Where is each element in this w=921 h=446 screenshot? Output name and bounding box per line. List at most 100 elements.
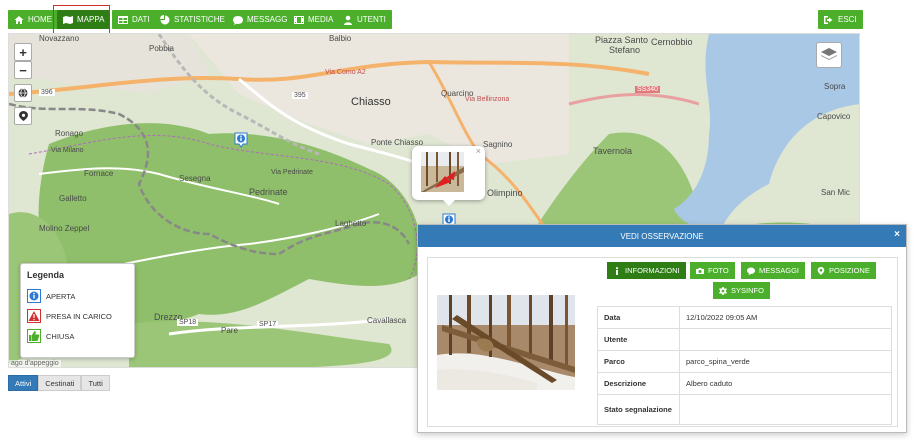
tab-info[interactable]: INFORMAZIONI — [607, 262, 686, 279]
home-icon — [14, 15, 24, 24]
nav-data-button[interactable]: DATI — [112, 10, 156, 29]
zoom-out-button[interactable]: − — [14, 61, 32, 79]
map-marker-icon — [18, 111, 28, 121]
nav-map-label: MAPPA — [77, 15, 105, 24]
map-label-piazza-santo: Piazza Santo — [595, 35, 649, 45]
map-label-galletto: Galletto — [59, 194, 87, 203]
map-popup: × — [412, 146, 485, 206]
map-label-fornace: Fornace — [84, 169, 114, 178]
tab-position-label: POSIZIONE — [829, 266, 870, 275]
map-label-sp18: SP18 — [177, 319, 199, 326]
legend-title: Legenda — [27, 270, 65, 280]
observation-marker[interactable] — [234, 132, 248, 148]
logout-button[interactable]: Esci — [818, 10, 863, 29]
gear-icon — [719, 286, 727, 295]
map-label-via-bellinzona: Via Bellinzona — [465, 96, 510, 103]
popup-thumbnail[interactable] — [421, 152, 464, 192]
map-label-laghetto: Laghetto — [335, 219, 367, 228]
map-label-capovico: Capovico — [817, 112, 851, 121]
table-row: Utente — [597, 328, 892, 351]
filter-trashed-button[interactable]: Cestinati — [38, 375, 82, 391]
map-label-r395: 395 — [292, 92, 308, 99]
table-row: Parco parco_spina_verde — [597, 350, 892, 373]
table-icon — [118, 15, 128, 24]
map-label-stefano: Stefano — [609, 45, 641, 55]
user-icon — [344, 15, 352, 25]
nav-users-button[interactable]: UTENTI — [337, 10, 392, 29]
legend-label-closed: CHIUSA — [46, 331, 75, 341]
row-key: Parco — [597, 350, 680, 373]
map-label-novazzano: Novazzano — [39, 34, 80, 43]
nav-stats-button[interactable]: STATISTICHE — [154, 10, 231, 29]
map-label-r396: 396 — [39, 89, 55, 96]
map-icon — [63, 15, 73, 24]
map-label-sp17: SP17 — [257, 321, 279, 328]
row-key: Descrizione — [597, 372, 680, 395]
popup-tip — [443, 200, 455, 206]
tab-sysinfo[interactable]: SYSINFO — [713, 282, 770, 299]
tab-messages-label: MESSAGGI — [759, 266, 800, 275]
map-label-olimpino: Olimpino — [487, 188, 523, 198]
map-attribution: ago d'appeggio — [9, 360, 61, 367]
map-label-via-pedrinate: Via Pedrinate — [271, 169, 313, 176]
map-label-san-mic: San Mic — [821, 188, 850, 197]
row-key: Stato segnalazione — [597, 394, 680, 425]
map-label-via-como: Via Como A2 — [325, 69, 366, 76]
map-label-tavernola: Tavernola — [593, 146, 633, 156]
row-key: Data — [597, 306, 680, 329]
layers-icon — [821, 48, 837, 60]
nav-messages-label: MESSAGGI — [247, 15, 290, 24]
map-label-balbio: Balbio — [329, 34, 352, 43]
info-icon — [615, 266, 619, 275]
pie-chart-icon — [160, 14, 170, 24]
legend-item-open: APERTA — [27, 286, 128, 306]
nav-home-button[interactable]: HOME — [8, 10, 58, 29]
thumbs-up-icon — [27, 329, 41, 343]
film-icon — [294, 15, 304, 24]
chat-icon — [233, 15, 243, 25]
modal-body: INFORMAZIONI FOTO MESSAGGI POSIZIONE SYS… — [427, 257, 898, 427]
map-label-sesegna: Sesegna — [179, 174, 211, 183]
tab-position[interactable]: POSIZIONE — [811, 262, 876, 279]
observation-photo[interactable] — [437, 295, 575, 390]
nav-home-label: HOME — [28, 15, 52, 24]
tab-photo[interactable]: FOTO — [690, 262, 735, 279]
filter-all-button[interactable]: Tutti — [81, 375, 110, 391]
table-row: Descrizione Albero caduto — [597, 372, 892, 395]
chat-icon — [747, 267, 755, 275]
top-navbar: HOME MAPPA DATI STATISTICHE MESSAGGI MED… — [8, 10, 863, 29]
nav-media-button[interactable]: MEDIA — [288, 10, 340, 29]
map-label-pedrinate: Pedrinate — [249, 187, 288, 197]
tab-photo-label: FOTO — [708, 266, 729, 275]
popup-close-icon[interactable]: × — [476, 146, 481, 156]
layers-button[interactable] — [816, 42, 842, 68]
nav-data-label: DATI — [132, 15, 150, 24]
row-value: 12/10/2022 09:05 AM — [679, 306, 892, 329]
tab-messages[interactable]: MESSAGGI — [741, 262, 806, 279]
filter-active-button[interactable]: Attivi — [8, 375, 39, 391]
modal-tabs: INFORMAZIONI FOTO MESSAGGI POSIZIONE SYS… — [597, 262, 887, 300]
nav-map-button[interactable]: MAPPA — [57, 10, 111, 29]
info-pin-icon — [234, 132, 248, 148]
table-row: Data 12/10/2022 09:05 AM — [597, 306, 892, 329]
table-row: Stato segnalazione — [597, 394, 892, 425]
nav-media-label: MEDIA — [308, 15, 334, 24]
legend-item-closed: CHIUSA — [27, 326, 128, 346]
zoom-in-button[interactable]: + — [14, 43, 32, 61]
modal-close-icon[interactable]: × — [894, 229, 900, 240]
filter-group: Attivi Cestinati Tutti — [8, 375, 110, 391]
locate-button[interactable] — [14, 84, 32, 102]
row-value — [679, 328, 892, 351]
modal-title: VEDI OSSERVAZIONE — [620, 231, 704, 241]
marker-button[interactable] — [14, 107, 32, 125]
pin-icon — [817, 266, 825, 275]
plus-icon: + — [19, 44, 27, 60]
minus-icon: − — [19, 62, 27, 78]
camera-icon — [696, 267, 704, 274]
map-label-cavallasca: Cavallasca — [367, 316, 407, 325]
info-icon — [27, 289, 41, 303]
nav-messages-button[interactable]: MESSAGGI — [227, 10, 296, 29]
map-label-pare: Pare — [221, 326, 238, 335]
globe-icon — [18, 88, 28, 98]
observation-modal: VEDI OSSERVAZIONE × INFORMAZIONI FOTO ME… — [417, 224, 907, 433]
